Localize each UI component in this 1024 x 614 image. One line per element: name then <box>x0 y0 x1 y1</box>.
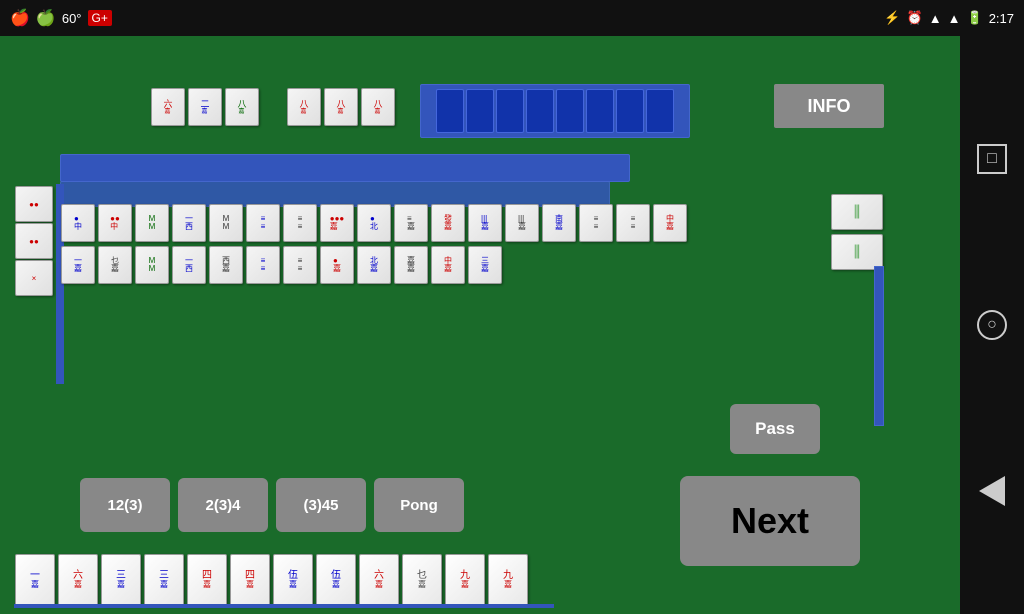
nav-bar: □ ○ <box>960 36 1024 614</box>
back-nav-icon[interactable] <box>979 476 1005 506</box>
tile[interactable]: |||||| <box>831 234 883 270</box>
tile-group-2: 八嘉 八嘉 八嘉 <box>286 88 396 126</box>
tile[interactable]: 嘉嘉 <box>394 246 428 284</box>
temperature: 60° <box>62 11 82 26</box>
status-bar: 🍎 🍏 60° G+ ⚡ ⏰ ▲ ▲ 🔋 2:17 <box>0 0 1024 36</box>
right-tiles: |||||| |||||| <box>830 194 884 270</box>
info-button[interactable]: INFO <box>774 84 884 128</box>
left-vertical-tiles: ●● ●● × <box>14 186 52 296</box>
tile[interactable]: 一嘉 <box>61 246 95 284</box>
top-tiles-left: 六嘉 二嘉 八嘉 八嘉 八嘉 八嘉 <box>150 88 396 126</box>
tile[interactable]: MM <box>209 204 243 242</box>
tile[interactable]: 中嘉 <box>431 246 465 284</box>
btn-2-3-4[interactable]: 2(3)4 <box>178 478 268 532</box>
apple-icon-2: 🍏 <box>36 8 56 28</box>
tile[interactable]: 二嘉 <box>188 88 222 126</box>
tile[interactable]: 八嘉 <box>287 88 321 126</box>
tile[interactable]: × <box>15 260 53 296</box>
top-blue-tiles <box>420 84 690 138</box>
tile[interactable]: ≡≡ <box>283 204 317 242</box>
tile[interactable]: 八嘉 <box>324 88 358 126</box>
tile[interactable]: MM <box>135 204 169 242</box>
tile[interactable]: ≡≡ <box>616 204 650 242</box>
player-tile[interactable]: 四嘉 <box>187 554 227 606</box>
btn-3-45[interactable]: (3)45 <box>276 478 366 532</box>
tile[interactable]: ≡≡ <box>246 246 280 284</box>
tile[interactable]: ●● <box>15 186 53 222</box>
tile[interactable]: 中嘉 <box>653 204 687 242</box>
player-tile[interactable]: 九嘉 <box>488 554 528 606</box>
main-tile-row-2: 一嘉 乜嘉 MM 一西 西嘉 ≡≡ ≡≡ ●嘉 北嘉 嘉嘉 中嘉 三嘉 <box>60 246 503 284</box>
tile[interactable]: |||嘉 <box>468 204 502 242</box>
player-tile[interactable]: 三嘉 <box>101 554 141 606</box>
battery-icon: 🔋 <box>967 10 983 26</box>
tile-group-1: 六嘉 二嘉 八嘉 <box>150 88 260 126</box>
network-icon: ▲ <box>948 11 961 26</box>
player-tile[interactable]: 伍嘉 <box>316 554 356 606</box>
tile[interactable]: |||嘉 <box>505 204 539 242</box>
clock: 2:17 <box>989 11 1014 26</box>
tile[interactable]: 八嘉 <box>225 88 259 126</box>
tile[interactable]: 西嘉 <box>209 246 243 284</box>
player-tiles: 一嘉 六嘉 三嘉 三嘉 四嘉 四嘉 伍嘉 伍嘉 六嘉 乜嘉 九嘉 九嘉 <box>14 554 529 606</box>
tile[interactable]: ●●中 <box>98 204 132 242</box>
tile[interactable]: 發嘉 <box>431 204 465 242</box>
player-tile[interactable]: 九嘉 <box>445 554 485 606</box>
player-tile[interactable]: 乜嘉 <box>402 554 442 606</box>
gplus-icon: G+ <box>88 10 112 26</box>
tile[interactable]: ≡≡ <box>246 204 280 242</box>
tile[interactable]: ●嘉 <box>320 246 354 284</box>
btn-12-3[interactable]: 12(3) <box>80 478 170 532</box>
tile[interactable]: ≡嘉 <box>394 204 428 242</box>
bluetooth-icon: ⚡ <box>884 10 900 26</box>
tile[interactable]: 三嘉 <box>468 246 502 284</box>
player-tile[interactable]: 伍嘉 <box>273 554 313 606</box>
btn-pong[interactable]: Pong <box>374 478 464 532</box>
next-button[interactable]: Next <box>680 476 860 566</box>
player-tile[interactable]: 一嘉 <box>15 554 55 606</box>
tile[interactable]: ●中 <box>61 204 95 242</box>
pass-button[interactable]: Pass <box>730 404 820 454</box>
player-tile[interactable]: 四嘉 <box>230 554 270 606</box>
square-nav-icon[interactable]: □ <box>977 144 1007 174</box>
tile[interactable]: 一西 <box>172 204 206 242</box>
tile[interactable]: MM <box>135 246 169 284</box>
tile[interactable]: ●北 <box>357 204 391 242</box>
circle-nav-icon[interactable]: ○ <box>977 310 1007 340</box>
player-tile[interactable]: 六嘉 <box>58 554 98 606</box>
apple-icon-1: 🍎 <box>10 8 30 28</box>
player-tile[interactable]: 六嘉 <box>359 554 399 606</box>
player-tiles-underbar <box>14 604 554 608</box>
player-tile[interactable]: 三嘉 <box>144 554 184 606</box>
tile[interactable]: 南嘉 <box>542 204 576 242</box>
tile[interactable]: 八嘉 <box>361 88 395 126</box>
tile[interactable]: ≡≡ <box>579 204 613 242</box>
signal-icon: ▲ <box>929 11 942 26</box>
tile[interactable]: 北嘉 <box>357 246 391 284</box>
tile[interactable]: 一西 <box>172 246 206 284</box>
tile[interactable]: |||||| <box>831 194 883 230</box>
tile[interactable]: ●●●嘉 <box>320 204 354 242</box>
alarm-icon: ⏰ <box>907 10 923 26</box>
tile[interactable]: 六嘉 <box>151 88 185 126</box>
tile[interactable]: ●● <box>15 223 53 259</box>
game-area: INFO 六嘉 二嘉 八嘉 八嘉 八嘉 八嘉 <box>0 36 960 614</box>
tile[interactable]: ≡≡ <box>283 246 317 284</box>
right-blue-bar <box>874 266 884 426</box>
main-tile-row-1: ●中 ●●中 MM 一西 MM ≡≡ ≡≡ ●●●嘉 ●北 ≡嘉 發嘉 |||嘉… <box>60 204 688 242</box>
action-buttons: 12(3) 2(3)4 (3)45 Pong <box>80 478 464 532</box>
tile[interactable]: 乜嘉 <box>98 246 132 284</box>
middle-blue-top <box>60 154 630 182</box>
